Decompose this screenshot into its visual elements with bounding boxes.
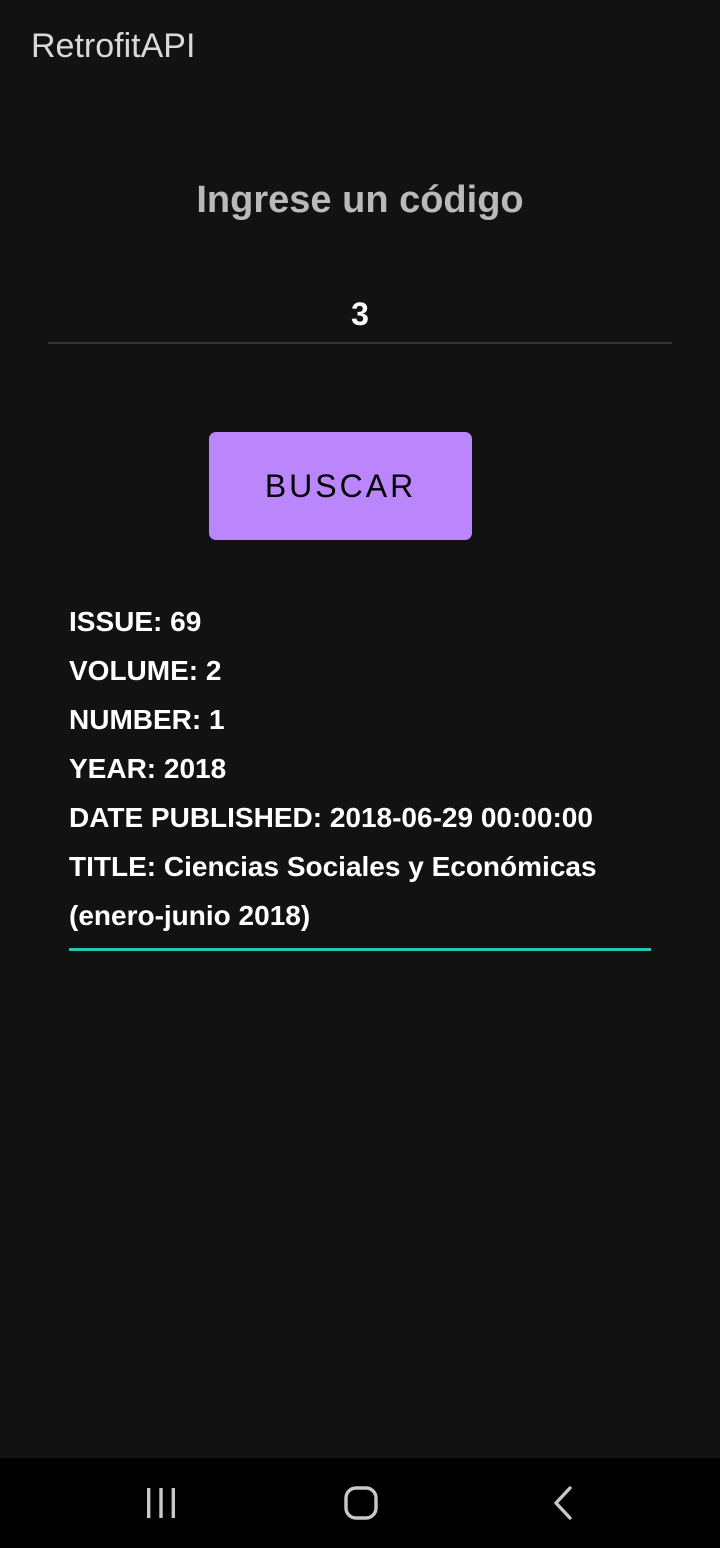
result-number: NUMBER: 1 <box>69 704 225 735</box>
result-year: YEAR: 2018 <box>69 753 227 784</box>
result-title-line-2: (enero-junio 2018) <box>69 900 311 931</box>
system-navigation-bar <box>0 1458 720 1548</box>
result-title-line-1: TITLE: Ciencias Sociales y Económicas <box>69 851 597 882</box>
back-button[interactable] <box>533 1480 593 1526</box>
back-icon <box>554 1486 572 1520</box>
app-bar: RetrofitAPI <box>0 0 720 96</box>
app-title: RetrofitAPI <box>31 27 196 65</box>
code-input[interactable] <box>48 286 672 344</box>
result-text-view: ISSUE: 69 VOLUME: 2 NUMBER: 1 YEAR: 2018… <box>69 597 651 951</box>
home-button[interactable] <box>331 1480 391 1526</box>
result-issue: ISSUE: 69 <box>69 606 202 637</box>
recent-apps-button[interactable] <box>131 1480 191 1526</box>
result-volume: VOLUME: 2 <box>69 655 222 686</box>
search-button[interactable]: BUSCAR <box>209 432 472 540</box>
code-prompt-label: Ingrese un código <box>196 179 524 221</box>
recent-apps-icon <box>147 1488 175 1518</box>
result-date-published: DATE PUBLISHED: 2018-06-29 00:00:00 <box>69 802 593 833</box>
home-icon <box>344 1486 378 1520</box>
